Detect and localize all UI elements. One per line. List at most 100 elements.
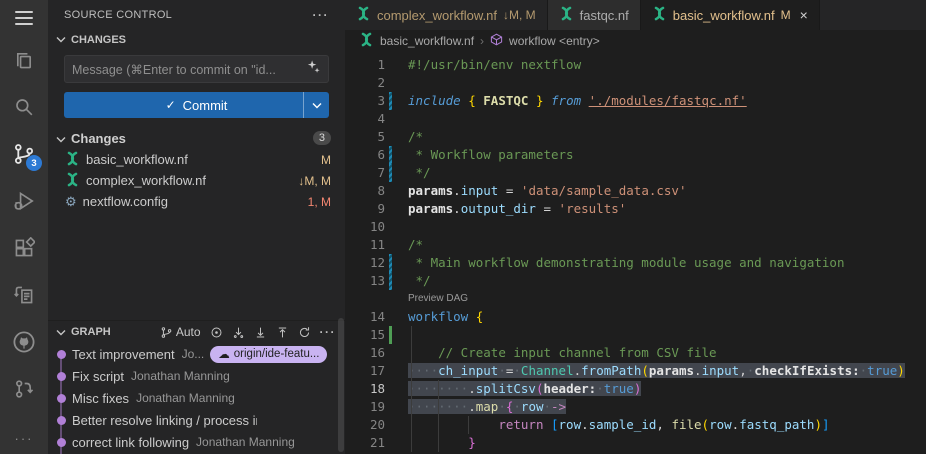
commit-message-input[interactable]: Message (⌘Enter to commit on "id... (64, 55, 329, 83)
code-line[interactable]: 3include { FASTQC } from './modules/fast… (345, 92, 926, 110)
code-line[interactable]: 11/* (345, 236, 926, 254)
gutter-indicator (389, 110, 403, 128)
tab-fastqc.nf[interactable]: fastqc.nf (548, 0, 641, 30)
code-line[interactable]: 2 (345, 74, 926, 92)
refresh-icon[interactable] (298, 326, 311, 339)
activity-more-icon[interactable]: ··· (15, 422, 34, 454)
commit-row[interactable]: Text improvementJo...☁origin/ide-featu..… (48, 343, 345, 365)
code-line-text: ····ch_input·=·Channel.fromPath(params.i… (403, 362, 905, 380)
git-graph-icon[interactable] (0, 365, 48, 412)
changes-section-label: CHANGES (71, 34, 126, 46)
source-control-icon[interactable]: 3 (0, 130, 48, 177)
tab-bar: complex_workflow.nf↓M, Mfastqc.nfbasic_w… (345, 0, 926, 30)
gutter-indicator (389, 128, 403, 146)
commit-row[interactable]: Misc fixesJonathan Manning (48, 387, 345, 409)
indent-guide (468, 416, 469, 434)
target-icon[interactable] (210, 326, 223, 339)
github-icon[interactable] (0, 318, 48, 365)
codelens-label[interactable]: Preview DAG (403, 290, 468, 308)
gutter-indicator (389, 380, 403, 398)
changes-file-list: basic_workflow.nfMcomplex_workflow.nf↓M,… (48, 149, 345, 212)
changed-file-row[interactable]: complex_workflow.nf↓M, M (48, 170, 345, 191)
explorer-icon[interactable] (0, 36, 48, 83)
code-line-text: return [row.sample_id, file(row.fastq_pa… (403, 416, 830, 434)
code-line[interactable]: 1#!/usr/bin/env nextflow (345, 56, 926, 74)
codelens-row[interactable]: Preview DAG (345, 290, 926, 308)
menu-icon[interactable] (0, 0, 48, 36)
branch-ref-badge[interactable]: ☁origin/ide-featu... (210, 346, 327, 363)
file-name: basic_workflow.nf (86, 152, 188, 167)
changed-file-row[interactable]: ⚙nextflow.config1, M (48, 191, 345, 212)
tab-status-badge: ↓M, M (503, 8, 536, 22)
gutter-added-bar (389, 326, 403, 344)
fetch-icon[interactable] (232, 326, 245, 339)
commit-author: Jonathan Manning (196, 435, 295, 449)
line-number: 5 (345, 128, 385, 146)
tab-status-badge: M (781, 8, 791, 22)
code-line-text: workflow { (403, 308, 483, 326)
commit-row[interactable]: Fix scriptJonathan Manning (48, 365, 345, 387)
commit-button-label: Commit (183, 98, 228, 113)
sidebar-scrollbar[interactable] (338, 318, 344, 452)
code-line[interactable]: 15 (345, 326, 926, 344)
line-number: 21 (345, 434, 385, 452)
code-line[interactable]: 9params.output_dir = 'results' (345, 200, 926, 218)
code-line-text: * Workflow parameters (403, 146, 574, 164)
commit-row[interactable]: Better resolve linking / process inspect… (48, 409, 345, 431)
code-line[interactable]: 7 */ (345, 164, 926, 182)
commit-button[interactable]: ✓ Commit (64, 92, 329, 118)
code-line[interactable]: 19········.map·{·row·-> (345, 398, 926, 416)
code-line-text (403, 218, 408, 236)
code-line[interactable]: 4 (345, 110, 926, 128)
changed-file-row[interactable]: basic_workflow.nfM (48, 149, 345, 170)
activity-bar: 3 ··· (0, 0, 48, 454)
search-icon[interactable] (0, 83, 48, 130)
breadcrumb-file[interactable]: basic_workflow.nf (380, 34, 474, 48)
code-line[interactable]: 6 * Workflow parameters (345, 146, 926, 164)
graph-more-icon[interactable]: ··· (320, 325, 337, 339)
file-name: nextflow.config (83, 194, 168, 209)
extensions-icon[interactable] (0, 224, 48, 271)
code-line[interactable]: 8params.input = 'data/sample_data.csv' (345, 182, 926, 200)
changes-tree-header[interactable]: Changes 3 (48, 127, 345, 149)
code-line[interactable]: 20 return [row.sample_id, file(row.fastq… (345, 416, 926, 434)
code-line[interactable]: 14workflow { (345, 308, 926, 326)
code-line[interactable]: 18········.splitCsv(header:·true) (345, 380, 926, 398)
push-icon[interactable] (276, 326, 289, 339)
code-line[interactable]: 13 */ (345, 272, 926, 290)
selection-highlight: ····ch_input·=·Channel.fromPath(params.i… (408, 363, 905, 378)
gutter-indicator (389, 200, 403, 218)
tab-complex_workflow.nf[interactable]: complex_workflow.nf↓M, M (345, 0, 548, 30)
editor-area: complex_workflow.nf↓M, Mfastqc.nfbasic_w… (345, 0, 926, 454)
changes-section-header[interactable]: CHANGES (48, 30, 345, 50)
code-line[interactable]: 5/* (345, 128, 926, 146)
code-line[interactable]: 17····ch_input·=·Channel.fromPath(params… (345, 362, 926, 380)
changes-count-badge: 3 (313, 131, 331, 145)
sidebar-more-icon[interactable]: ··· (313, 8, 330, 22)
run-debug-icon[interactable] (0, 177, 48, 224)
nextflow-file-icon (559, 6, 574, 24)
code-editor[interactable]: 1#!/usr/bin/env nextflow23include { FAST… (345, 52, 926, 454)
code-line[interactable]: 16 // Create input channel from CSV file (345, 344, 926, 362)
gear-icon: ⚙ (65, 195, 77, 208)
sparkle-icon[interactable] (306, 59, 321, 79)
references-icon[interactable] (0, 271, 48, 318)
code-line[interactable]: 10 (345, 218, 926, 236)
breadcrumb[interactable]: basic_workflow.nf › workflow <entry> (345, 30, 926, 52)
scm-badge: 3 (26, 155, 42, 171)
code-line[interactable]: 21 } (345, 434, 926, 452)
line-number: 3 (345, 92, 385, 110)
sidebar-header: SOURCE CONTROL ··· (48, 0, 345, 30)
pull-icon[interactable] (254, 326, 267, 339)
line-number: 18 (345, 380, 385, 398)
graph-auto-toggle[interactable]: Auto (160, 325, 201, 339)
code-line[interactable]: 12 * Main workflow demonstrating module … (345, 254, 926, 272)
close-icon[interactable]: × (800, 8, 808, 22)
gutter-modified-bar (389, 146, 403, 164)
commit-row[interactable]: correct link followingJonathan Manning (48, 431, 345, 453)
breadcrumb-symbol[interactable]: workflow <entry> (509, 34, 600, 48)
line-number: 10 (345, 218, 385, 236)
gutter-modified-bar (389, 272, 403, 290)
commit-dropdown-button[interactable] (303, 92, 329, 118)
tab-basic_workflow.nf[interactable]: basic_workflow.nfM× (641, 0, 820, 30)
